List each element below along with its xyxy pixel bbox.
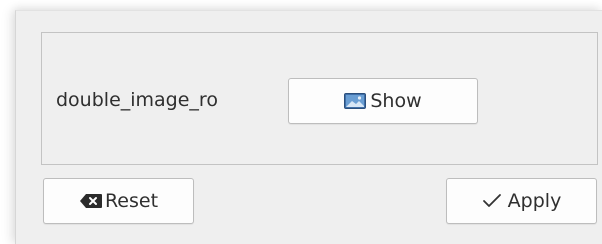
field-label: double_image_ro (56, 89, 218, 111)
show-button-label: Show (370, 90, 422, 112)
checkmark-icon (482, 193, 502, 209)
backspace-clear-icon (79, 193, 103, 209)
reset-button-label: Reset (104, 190, 159, 212)
apply-button-label: Apply (507, 190, 562, 212)
image-icon (344, 93, 367, 109)
dialog-panel: double_image_ro Show Reset Apply (15, 10, 602, 244)
apply-button[interactable]: Apply (446, 178, 597, 224)
show-button[interactable]: Show (288, 78, 478, 124)
reset-button[interactable]: Reset (43, 178, 194, 224)
